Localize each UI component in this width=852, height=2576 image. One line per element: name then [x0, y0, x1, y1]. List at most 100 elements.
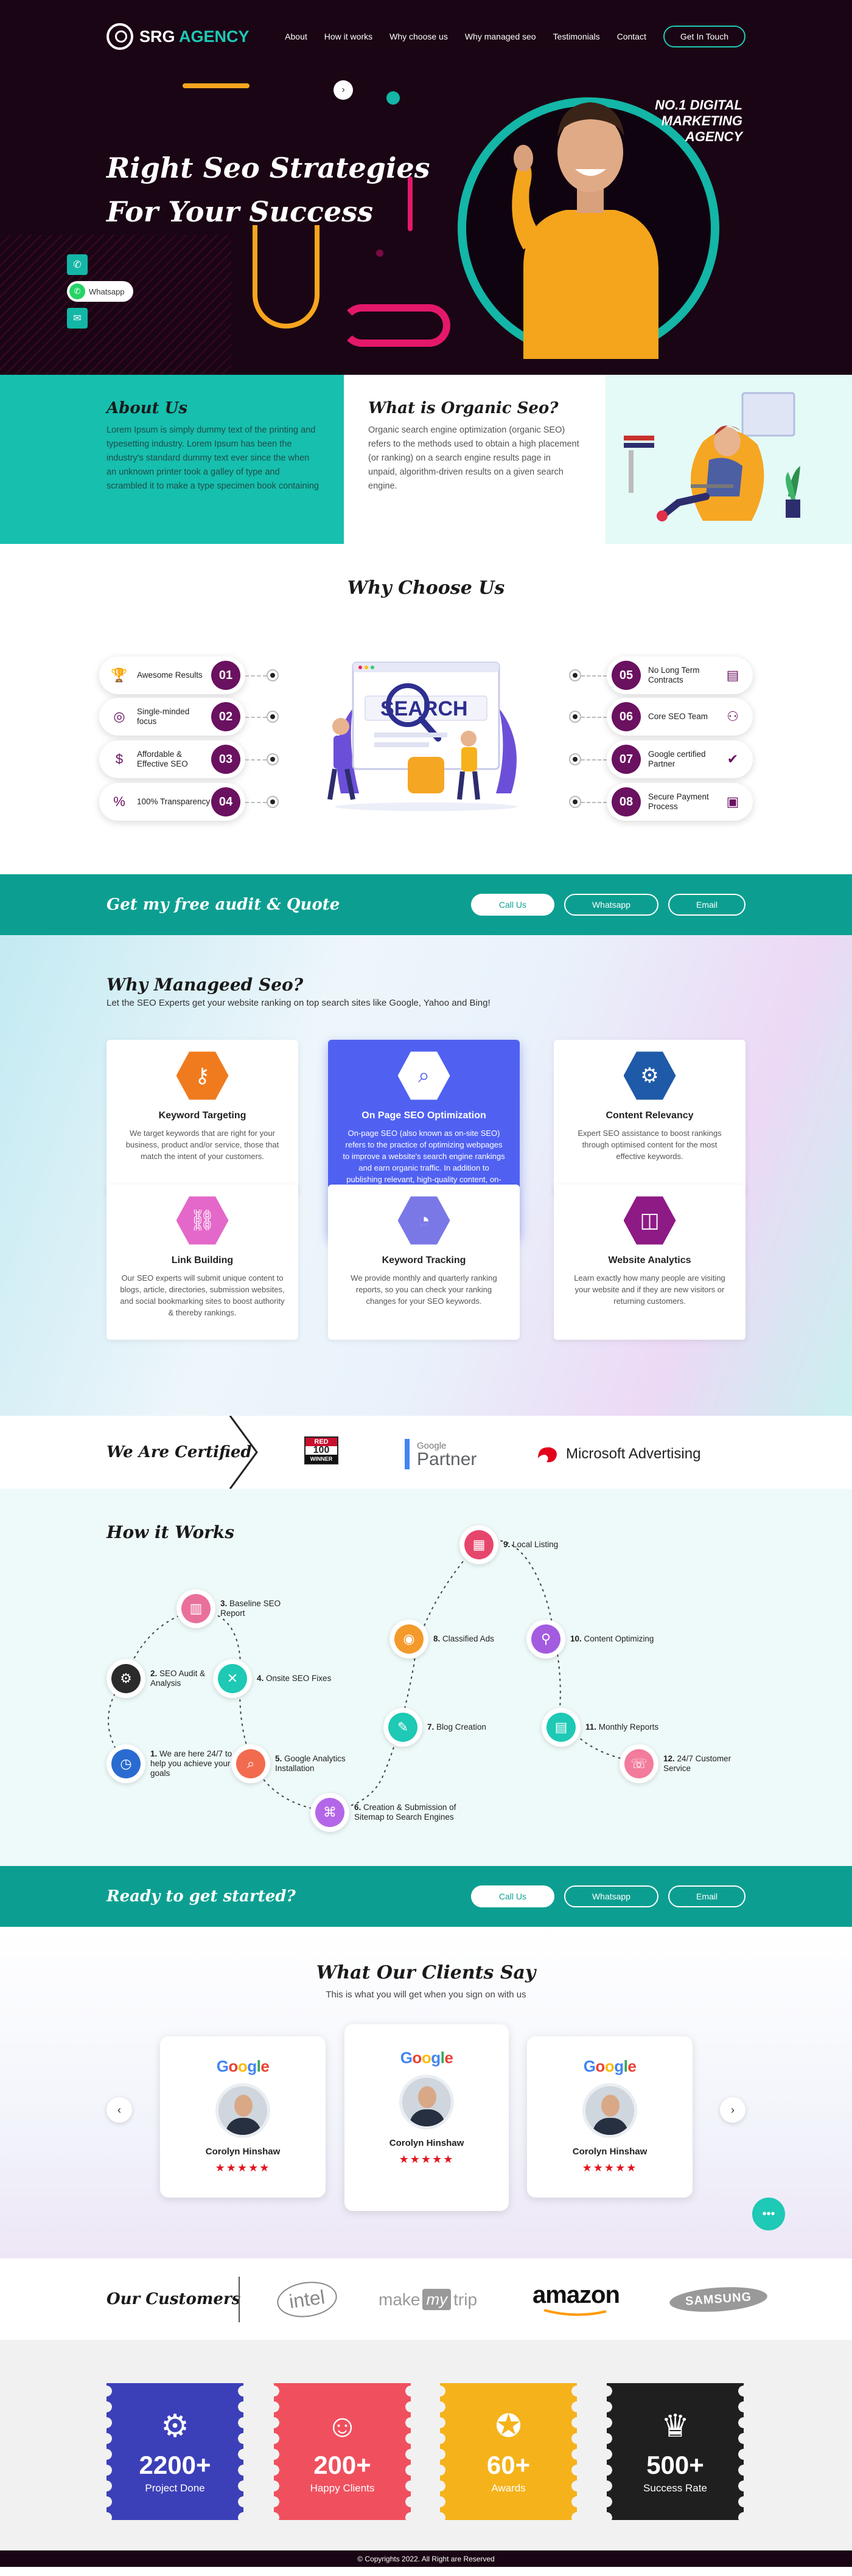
keyword-icon: ⚷ [176, 1051, 229, 1100]
why-item-number: 04 [211, 787, 240, 816]
footer: © Copyrights 2022. All Right are Reserve… [0, 2550, 852, 2567]
about-illustration [606, 375, 852, 544]
organic-seo-panel: What is Organic Seo? Organic search engi… [344, 375, 606, 544]
connector-line [581, 802, 607, 803]
site-logo[interactable]: SRG AGENCY [106, 23, 250, 50]
service-card-3[interactable]: ⚙ Content Relevancy Expert SEO assistanc… [554, 1040, 746, 1195]
microsoft-advertising-logo: Microsoft Advertising [536, 1444, 700, 1464]
testimonials-subtitle: This is what you will get when you sign … [326, 1989, 526, 2000]
service-card-4[interactable]: ⛓ Link Building Our SEO experts will sub… [106, 1185, 298, 1340]
success-icon: ♛ [661, 2408, 690, 2444]
why-item-01: 🏆 Awesome Results 01 [99, 656, 245, 694]
decorative-shape [341, 304, 450, 347]
email-button[interactable]: Email [668, 894, 746, 916]
nav-link-testimonials[interactable]: Testimonials [553, 32, 600, 41]
service-card-6[interactable]: ◫ Website Analytics Learn exactly how ma… [554, 1185, 746, 1340]
why-item-label: 100% Transparency [137, 797, 211, 806]
decorative-shape [253, 225, 320, 329]
service-card-text: Learn exactly how many people are visiti… [574, 1273, 725, 1306]
step-text: Google Analytics Installation [275, 1754, 346, 1773]
stat-value: 200+ [313, 2450, 371, 2479]
connector-line [581, 759, 607, 761]
tracking-icon: ◔ [397, 1196, 450, 1245]
client-name: Corolyn Hinshaw [205, 2146, 281, 2157]
hero-title: Right Seo Strategies For Your Success [106, 146, 430, 234]
why-item-label: Core SEO Team [648, 712, 708, 721]
star-rating: ★★★★★ [399, 2153, 455, 2165]
star-rating: ★★★★★ [582, 2162, 638, 2174]
whatsapp-button[interactable]: Whatsapp [564, 894, 658, 916]
why-item-label: Affordable & Effective SEO [137, 750, 188, 768]
content-optimize-icon: ⚲ [531, 1624, 560, 1654]
cta-buttons: Call Us Whatsapp Email [470, 894, 746, 916]
percent-icon: % [113, 794, 125, 809]
call-us-button[interactable]: Call Us [470, 894, 554, 916]
logo-text: SRG AGENCY [139, 27, 250, 46]
why-item-label: Secure Payment Process [648, 792, 709, 811]
mail-button[interactable]: ✉ [67, 308, 88, 329]
floating-contact-buttons: ✆ ✆ Whatsapp ✉ [67, 254, 133, 329]
chat-button[interactable]: ••• [752, 2198, 785, 2230]
step-label: 1. We are here 24/7 to help you achieve … [150, 1749, 232, 1778]
step-number: 11. [585, 1722, 597, 1732]
cta-title: Ready to get started? [106, 1887, 296, 1906]
decorative-dot [376, 249, 383, 257]
step-number: 5. [275, 1754, 282, 1763]
testimonial-card: Google Corolyn Hinshaw ★★★★★ [160, 2036, 326, 2198]
logo-icon [106, 23, 133, 50]
chevron-divider-icon [229, 1416, 258, 1489]
testimonials-section: What Our Clients Say This is what you wi… [0, 1927, 852, 2258]
service-card-title: Keyword Tracking [382, 1255, 466, 1265]
step-number: 10. [570, 1634, 582, 1643]
testimonial-card: Google Corolyn Hinshaw ★★★★★ [527, 2036, 693, 2198]
workflow-step-12: ☏ 12. 24/7 Customer Service [620, 1744, 749, 1783]
organic-seo-text: Organic search engine optimization (orga… [368, 425, 579, 491]
call-us-button[interactable]: Call Us [470, 1885, 554, 1907]
stat-card: ☺ 200+ Happy Clients [274, 2383, 411, 2520]
why-item-06: 06 Core SEO Team ⚇ [607, 698, 753, 736]
avatar [399, 2075, 454, 2129]
hero-title-line-1: Right Seo Strategies [106, 151, 430, 184]
nav-link-about[interactable]: About [285, 32, 307, 41]
amazon-logo: amazon [532, 2258, 620, 2341]
service-card-5[interactable]: ◔ Keyword Tracking We provide monthly an… [328, 1185, 520, 1340]
customers-title: Our Customers [106, 2290, 241, 2308]
prev-slide-button[interactable]: ‹ [106, 2097, 132, 2123]
get-in-touch-button[interactable]: Get In Touch [663, 26, 746, 47]
step-text: Local Listing [512, 1540, 559, 1549]
nav-link-how-it-works[interactable]: How it works [324, 32, 372, 41]
email-button[interactable]: Email [668, 1885, 746, 1907]
step-number: 3. [220, 1599, 228, 1608]
whatsapp-icon: ✆ [69, 284, 85, 299]
step-circle: ▥ [176, 1589, 215, 1628]
nav-link-why-managed-seo[interactable]: Why managed seo [465, 32, 536, 41]
service-card-1[interactable]: ⚷ Keyword Targeting We target keywords t… [106, 1040, 298, 1195]
why-item-05: 05 No Long Term Contracts ▤ [607, 656, 753, 694]
why-item-number: 05 [612, 661, 641, 690]
workflow-step-7: ✎ 7. Blog Creation [383, 1708, 486, 1747]
badge-line: MARKETING [661, 113, 742, 128]
clock-icon: ◷ [111, 1749, 141, 1778]
avatar [215, 2083, 270, 2138]
hero-section: SRG AGENCY About How it works Why choose… [0, 0, 852, 375]
testimonial-card: Google Corolyn Hinshaw ★★★★★ [344, 2024, 509, 2211]
hero-title-line-2: For Your Success [106, 195, 374, 228]
nav-link-why-choose-us[interactable]: Why choose us [389, 32, 448, 41]
connector-line [245, 675, 267, 677]
microsoft-advertising-icon [538, 1447, 557, 1463]
phone-button[interactable]: ✆ [67, 254, 88, 275]
whatsapp-button[interactable]: Whatsapp [564, 1885, 658, 1907]
whatsapp-label: Whatsapp [89, 287, 125, 296]
service-card-title: Website Analytics [608, 1255, 691, 1265]
customers-section: Our Customers intel make my trip amazon … [0, 2258, 852, 2341]
next-slide-button[interactable]: › [720, 2097, 746, 2123]
cta-buttons: Call Us Whatsapp Email [470, 1885, 746, 1907]
nav-link-contact[interactable]: Contact [617, 32, 646, 41]
step-circle: ◷ [106, 1744, 145, 1783]
about-us-panel: About Us Lorem Ipsum is simply dummy tex… [0, 375, 344, 544]
workflow-step-4: ✕ 4. Onsite SEO Fixes [213, 1659, 331, 1698]
whatsapp-button[interactable]: ✆ Whatsapp [67, 281, 133, 302]
stat-label: Awards [491, 2482, 526, 2494]
about-section: About Us Lorem Ipsum is simply dummy tex… [0, 80, 852, 544]
next-arrow-button[interactable]: › [333, 80, 353, 100]
